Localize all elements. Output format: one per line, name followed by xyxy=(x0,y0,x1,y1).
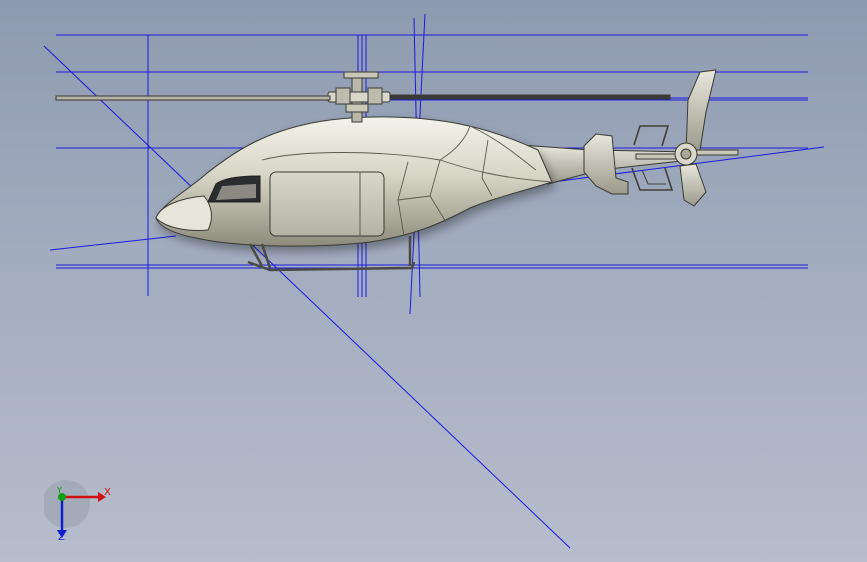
helicopter-model-view[interactable] xyxy=(0,0,867,562)
sketch-line xyxy=(43,45,571,549)
vertical-fin-lower xyxy=(679,163,707,207)
main-rotor-blade-left xyxy=(55,95,331,101)
stabilizer-frame-upper xyxy=(633,125,670,147)
rotor-hub-top xyxy=(343,71,379,79)
sketch-line xyxy=(49,235,177,251)
vertical-fin xyxy=(685,69,717,153)
main-rotor-head[interactable] xyxy=(327,71,391,123)
x-axis-label: X xyxy=(104,487,111,498)
tail-rotor-blade xyxy=(691,149,739,156)
tail-rotor-hub-center xyxy=(680,148,692,160)
y-axis-label: Y xyxy=(57,486,62,495)
rotor-hub-clamp xyxy=(335,87,351,105)
triad-shading xyxy=(44,480,90,528)
cabin-door xyxy=(269,171,385,237)
main-rotor-blade-right xyxy=(389,94,671,100)
stabilizer-frame-inner xyxy=(641,169,666,185)
rotor-hub-clamp xyxy=(367,87,383,105)
graphics-viewport[interactable]: X Y Z xyxy=(0,0,867,562)
z-axis-label: Z xyxy=(58,532,65,543)
swashplate xyxy=(345,103,369,113)
cockpit-window-glare xyxy=(216,184,256,200)
